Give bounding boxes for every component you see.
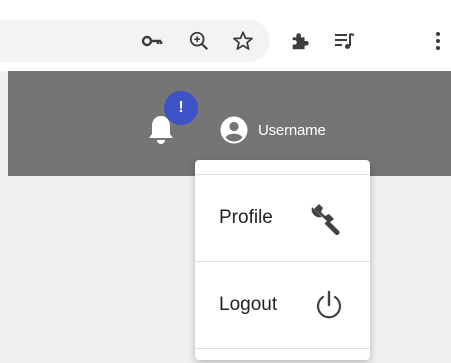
account-circle-icon — [220, 116, 248, 144]
media-queue-icon[interactable] — [331, 28, 357, 54]
star-icon[interactable] — [230, 28, 256, 54]
wrench-icon — [311, 204, 340, 235]
username-label: Username — [258, 121, 326, 139]
menu-divider — [195, 348, 370, 349]
more-icon[interactable] — [425, 28, 451, 54]
key-icon[interactable] — [139, 28, 165, 54]
user-dropdown-menu: Profile Logout — [195, 160, 370, 360]
menu-item-logout[interactable]: Logout — [195, 262, 370, 348]
notification-badge: ! — [164, 91, 198, 125]
screenshot-frame: ! Username Profile Logout — [0, 0, 451, 363]
menu-item-profile[interactable]: Profile — [195, 175, 370, 261]
user-menu-button[interactable]: Username — [220, 112, 326, 148]
menu-item-label: Logout — [219, 294, 278, 315]
menu-item-label: Profile — [219, 207, 273, 228]
extensions-icon[interactable] — [287, 28, 313, 54]
zoom-icon[interactable] — [186, 28, 212, 54]
power-icon — [316, 290, 342, 319]
browser-toolbar — [0, 0, 451, 71]
